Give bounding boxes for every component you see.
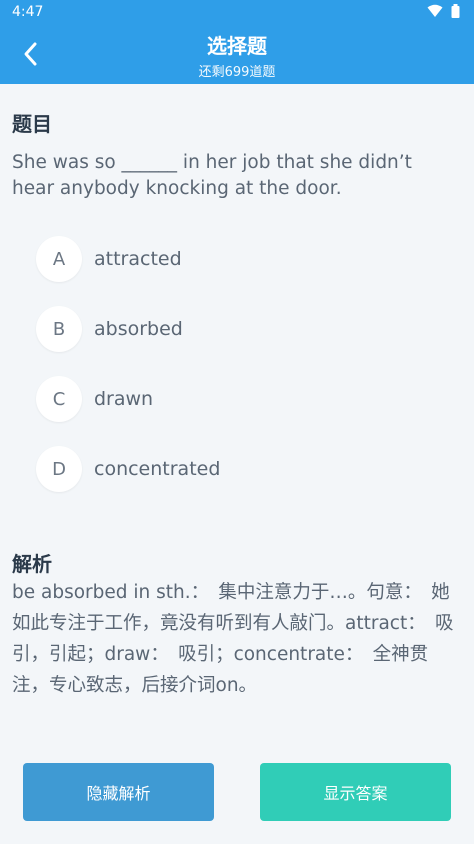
question-text: She was so ______ in her job that she di… (12, 152, 412, 199)
option-letter: A (52, 248, 66, 270)
question-content: 题目 She was so ______ in her job that she… (0, 84, 474, 844)
option-a[interactable]: A attracted (36, 236, 436, 282)
option-label: attracted (94, 248, 182, 270)
option-label: concentrated (94, 458, 221, 480)
option-letter: D (52, 458, 66, 480)
battery-icon (451, 4, 460, 18)
analysis-text: be absorbed in sth.： 集中注意力于…。句意： 她如此专注于工… (12, 582, 454, 696)
hide-analysis-label: 隐藏解析 (86, 784, 151, 803)
app-header: 选择题 还剩699道题 (0, 24, 474, 84)
option-letter-circle: D (36, 446, 82, 492)
page-title: 选择题 (207, 34, 267, 58)
option-letter: B (52, 318, 66, 340)
status-bar: 4:47 (0, 0, 474, 24)
wifi-icon (427, 4, 443, 17)
remaining-count: 还剩699道题 (198, 65, 276, 80)
top-bar: 4:47 选择题 还剩699道题 (0, 0, 474, 84)
show-answer-label: 显示答案 (323, 784, 388, 803)
option-label: drawn (94, 388, 154, 410)
show-answer-button[interactable]: 显示答案 (260, 763, 451, 821)
option-b[interactable]: B absorbed (36, 306, 436, 352)
status-time: 4:47 (12, 4, 44, 20)
option-letter: C (52, 388, 66, 410)
option-d[interactable]: D concentrated (36, 446, 436, 492)
question-heading: 题目 (12, 112, 52, 136)
option-label: absorbed (94, 318, 183, 340)
status-icons (427, 4, 460, 18)
option-letter-circle: B (36, 306, 82, 352)
option-letter-circle: A (36, 236, 82, 282)
option-c[interactable]: C drawn (36, 376, 436, 422)
option-letter-circle: C (36, 376, 82, 422)
analysis-heading: 解析 (12, 552, 52, 576)
hide-analysis-button[interactable]: 隐藏解析 (23, 763, 214, 821)
